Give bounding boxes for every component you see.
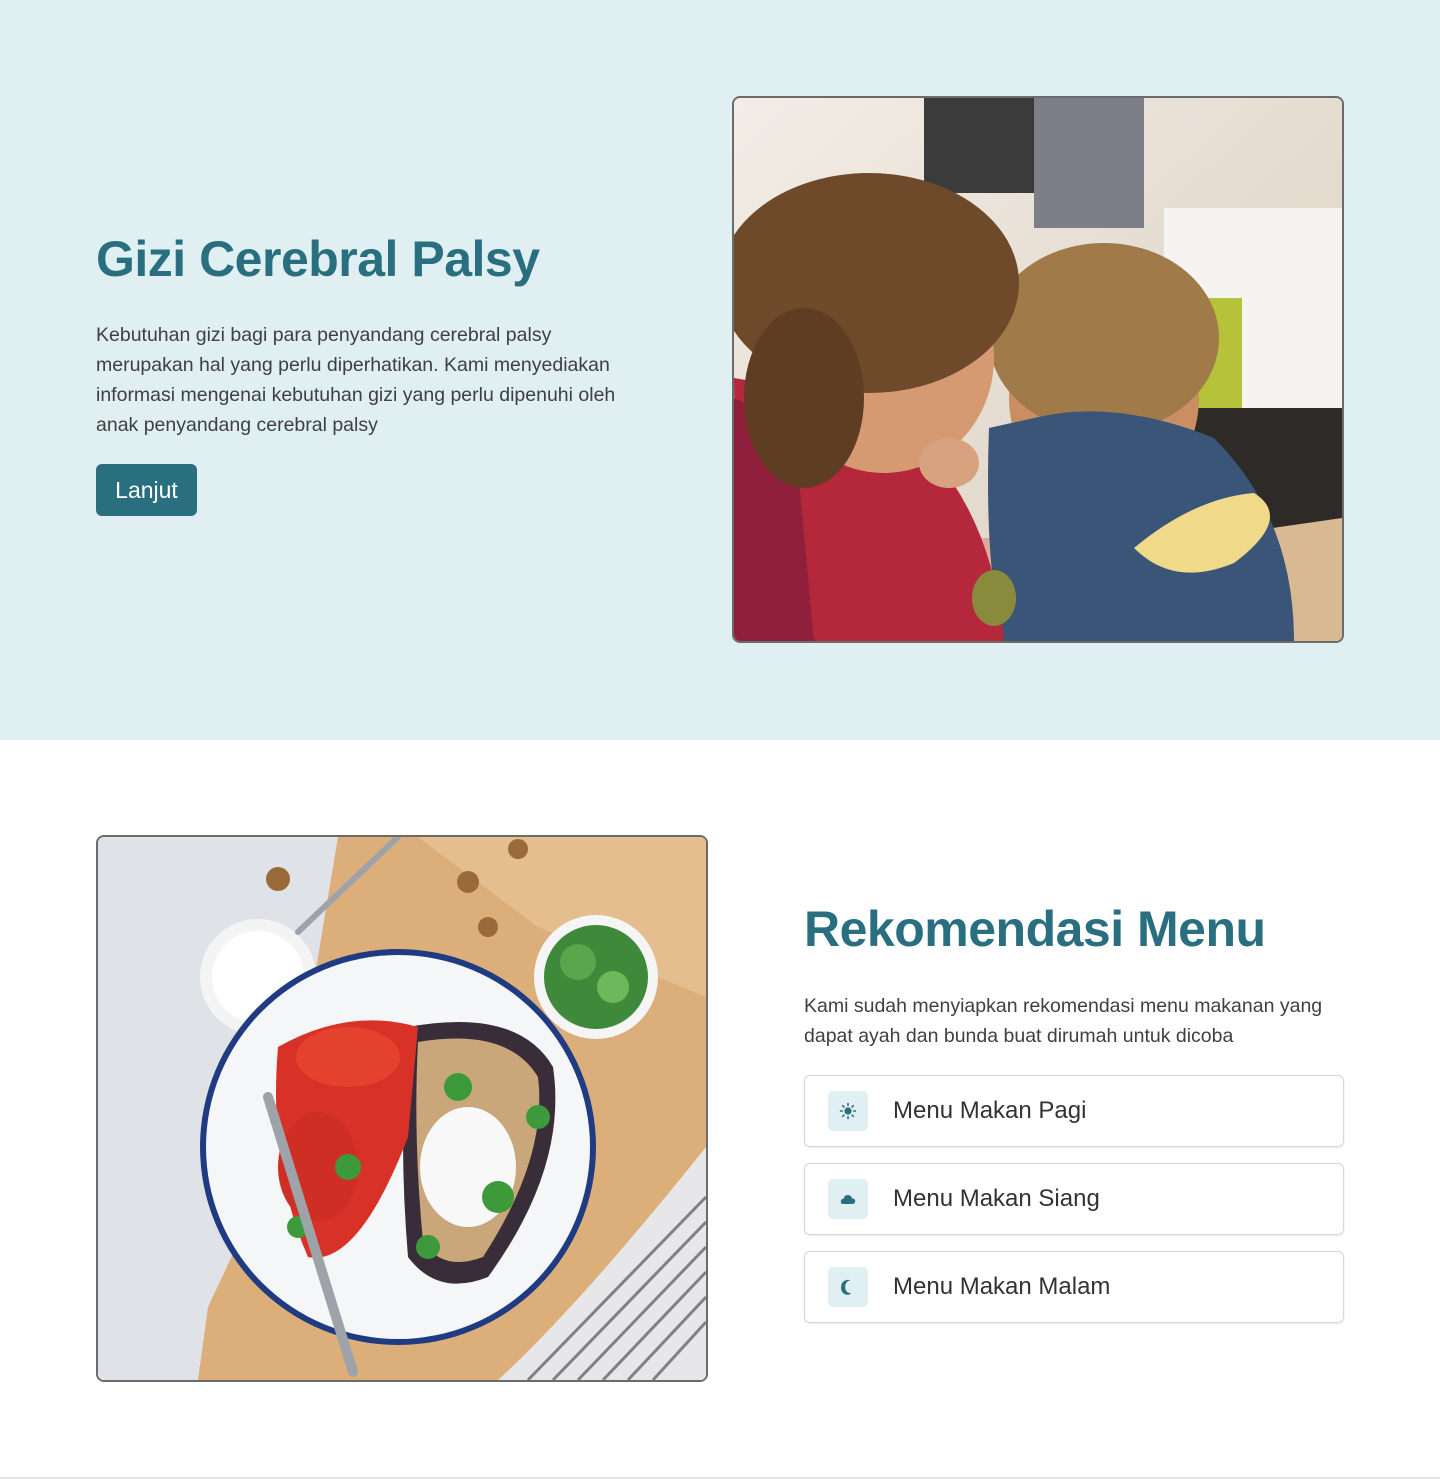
menu-title: Rekomendasi Menu [804, 901, 1266, 957]
menu-item-dinner[interactable]: Menu Makan Malam [804, 1251, 1344, 1323]
menu-description: Kami sudah menyiapkan rekomendasi menu m… [804, 995, 1323, 1047]
salad-plate-photo [96, 835, 708, 1382]
menu-item-lunch[interactable]: Menu Makan Siang [804, 1163, 1344, 1235]
hero-description: Kebutuhan gizi bagi para penyandang cere… [96, 324, 616, 436]
menu-item-label: Menu Makan Pagi [893, 1097, 1087, 1124]
lanjut-button[interactable]: Lanjut [96, 464, 197, 516]
hero-title: Gizi Cerebral Palsy [96, 231, 540, 287]
footer-divider [0, 1477, 1440, 1479]
menu-item-label: Menu Makan Siang [893, 1185, 1100, 1212]
cloud-icon [828, 1179, 868, 1219]
children-eating-photo [732, 96, 1344, 643]
moon-icon [828, 1267, 868, 1307]
menu-item-breakfast[interactable]: Menu Makan Pagi [804, 1075, 1344, 1147]
sun-icon [828, 1091, 868, 1131]
menu-item-label: Menu Makan Malam [893, 1273, 1111, 1300]
